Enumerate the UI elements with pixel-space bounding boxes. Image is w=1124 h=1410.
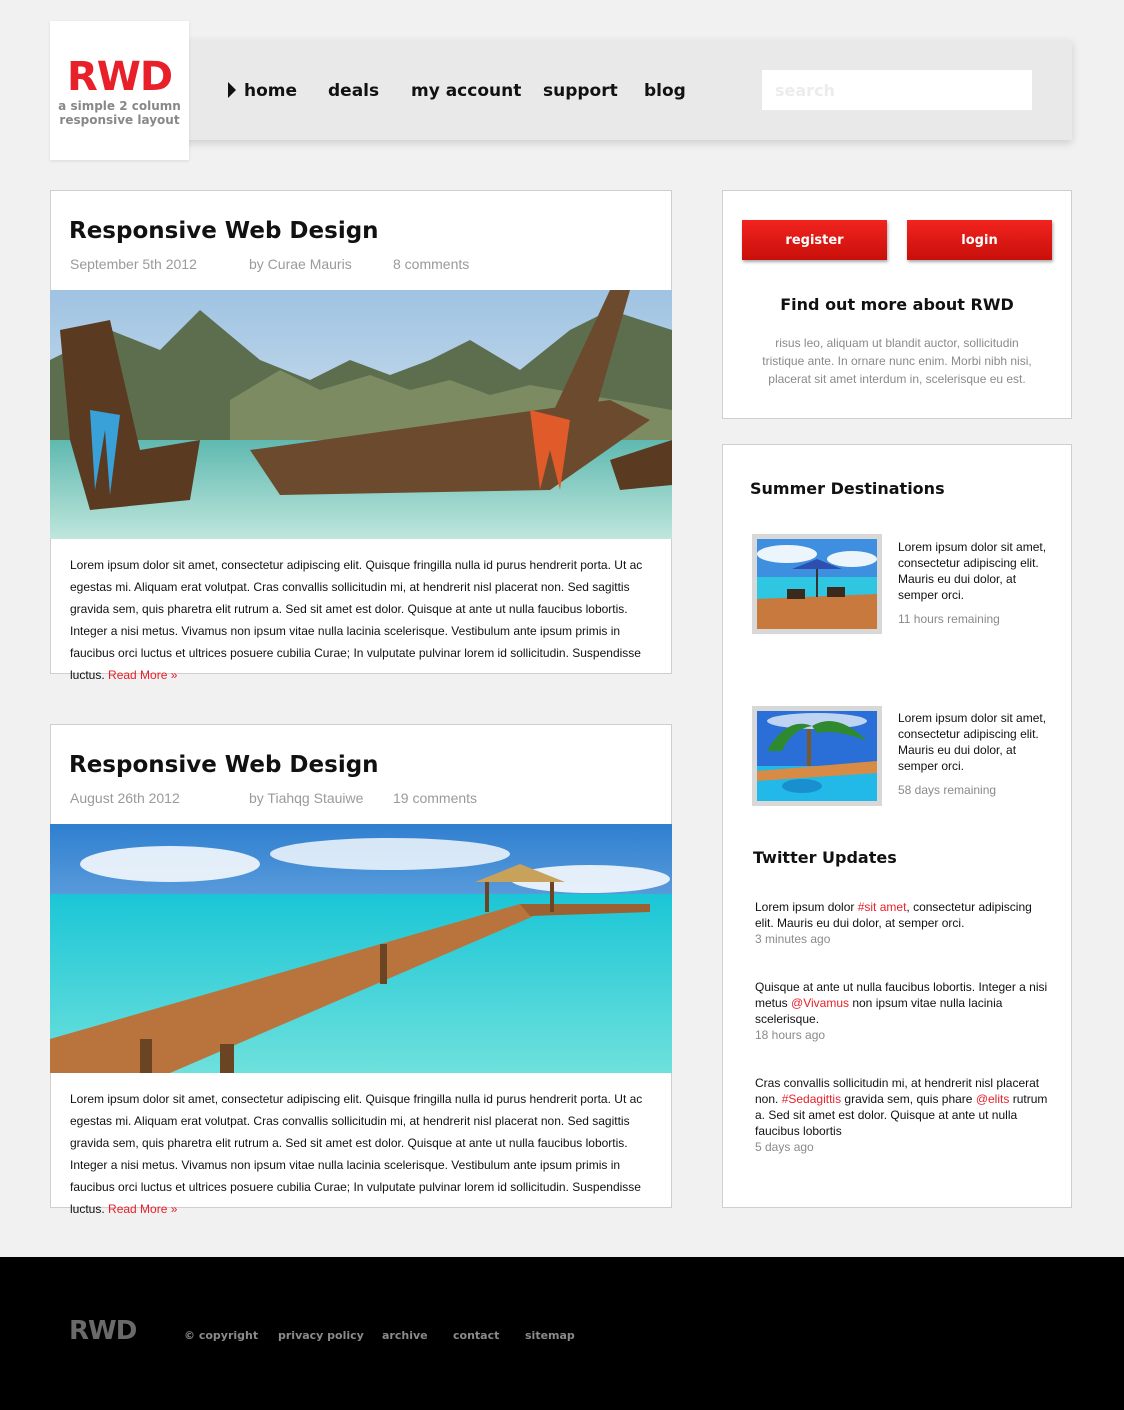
search-input[interactable] [762,70,1032,110]
about-heading: Find out more about RWD [780,295,1014,314]
beach-deck-image [757,539,877,629]
tweet-text: gravida sem, quis phare [841,1092,976,1106]
footer-link-contact[interactable]: contact [453,1328,499,1344]
account-box: register login Find out more about RWD r… [722,190,1072,419]
post-image-longtail-boats [50,290,672,539]
logo-tagline-line1: a simple 2 column [58,99,181,113]
tweet-hashtag-link[interactable]: #Sedagittis [782,1092,841,1106]
logo-tagline-line2: responsive layout [59,113,180,127]
post-body-text: Lorem ipsum dolor sit amet, consectetur … [70,1092,643,1216]
tweet-time: 5 days ago [755,1140,814,1154]
twitter-heading: Twitter Updates [753,848,897,867]
tropical-pool-image [757,711,877,801]
post-title[interactable]: Responsive Web Design [69,750,379,780]
read-more-link[interactable]: Read More » [108,668,177,682]
footer-link-privacy-policy[interactable]: privacy policy [278,1328,364,1344]
post-author[interactable]: by Curae Mauris [249,255,352,273]
sidebar-widgets: Summer Destinations Lorem ipsum dolor si… [722,444,1072,1208]
post-comments[interactable]: 8 comments [393,255,469,273]
logo-text: RWD [66,54,173,100]
tweet: Lorem ipsum dolor #sit amet, consectetur… [755,899,1050,947]
destination-text: Lorem ipsum dolor sit amet, consectetur … [898,711,1047,773]
footer-link-archive[interactable]: archive [382,1328,428,1344]
register-button[interactable]: register [742,220,887,260]
tweet: Quisque at ante ut nulla faucibus lobort… [755,979,1050,1043]
destination-thumbnail[interactable] [752,534,882,634]
tweet-hashtag-link[interactable]: #sit amet [858,900,907,914]
active-arrow-icon [228,81,236,98]
nav-item-label: home [244,81,298,101]
destination-text: Lorem ipsum dolor sit amet, consectetur … [898,540,1047,602]
footer-link-copyright[interactable]: © copyright [184,1328,258,1344]
read-more-link[interactable]: Read More » [108,1202,177,1216]
tweet-time: 3 minutes ago [755,932,831,946]
post-body: Lorem ipsum dolor sit amet, consectetur … [70,1088,655,1220]
nav-item-my-account[interactable]: my account [411,78,521,104]
nav-item-support[interactable]: support [543,78,618,104]
footer-logo[interactable]: RWD [69,1316,137,1346]
nav-item-deals[interactable]: deals [328,78,379,104]
post-title[interactable]: Responsive Web Design [69,216,379,246]
footer-link-sitemap[interactable]: sitemap [525,1328,575,1344]
tweet-text: Lorem ipsum dolor [755,900,858,914]
destination-time: 58 days remaining [898,783,997,797]
post-author[interactable]: by Tiahqg Stauiwe [249,789,363,807]
tweet-mention-link[interactable]: @Vivamus [791,996,849,1010]
destinations-heading: Summer Destinations [750,479,945,498]
destination-thumbnail[interactable] [752,706,882,806]
tweet-time: 18 hours ago [755,1028,826,1042]
post-body-text: Lorem ipsum dolor sit amet, consectetur … [70,558,643,682]
nav-item-blog[interactable]: blog [644,78,686,104]
post-date: August 26th 2012 [70,790,180,806]
destination-time: 11 hours remaining [898,612,1000,626]
tweet-mention-link[interactable]: @elits [976,1092,1010,1106]
post-body: Lorem ipsum dolor sit amet, consectetur … [70,554,655,686]
tweet: Cras convallis sollicitudin mi, at hendr… [755,1075,1050,1155]
blog-post: Responsive Web Design August 26th 2012 b… [50,724,672,1216]
nav-item-home[interactable]: home [228,78,297,104]
about-text: risus leo, aliquam ut blandit auctor, so… [762,336,1032,386]
post-comments[interactable]: 19 comments [393,789,477,807]
blog-post: Responsive Web Design September 5th 2012… [50,190,672,682]
post-date: September 5th 2012 [70,256,197,272]
footer: RWD © copyright privacy policy archive c… [0,1257,1124,1410]
logo[interactable]: RWD a simple 2 column responsive layout [50,21,189,160]
post-image-pier [50,824,672,1073]
login-button[interactable]: login [907,220,1052,260]
